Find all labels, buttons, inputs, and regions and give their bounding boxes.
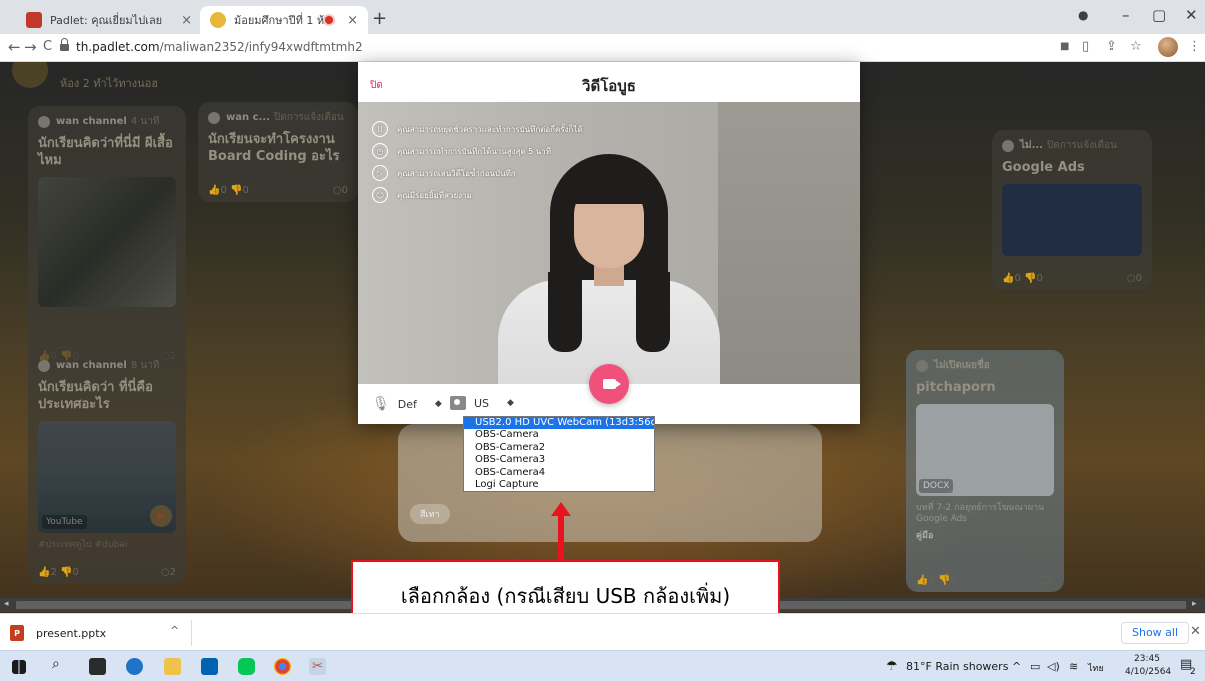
forward-button[interactable]: → — [24, 38, 37, 56]
camera-option[interactable]: USB2.0 HD UVC WebCam (13d3:56dc) — [464, 417, 654, 430]
search-icon[interactable]: ⌕ — [52, 656, 60, 672]
tips-list: II คุณสามารถหยุดชั่วคราวและทำการบันทึกต่อ… — [372, 118, 583, 206]
tab-active-classroom[interactable]: ม้อยมศึกษาปีที่ 1 ห้อง 2 × — [200, 6, 368, 34]
smile-icon: ☺ — [372, 187, 388, 203]
lock-icon[interactable] — [60, 38, 69, 52]
camera-value: US — [474, 396, 490, 410]
file-explorer-icon[interactable] — [164, 658, 181, 675]
reload-button[interactable]: C — [43, 39, 52, 54]
tab-close-icon[interactable]: × — [181, 13, 192, 28]
microphone-icon: 🎙 — [372, 396, 390, 412]
emoji-favicon-icon — [210, 12, 226, 28]
chrome-icon[interactable] — [274, 658, 291, 675]
downloads-bar: P present.pptx ^ Show all ✕ — [0, 613, 1205, 650]
store-bag-icon[interactable] — [89, 658, 106, 675]
windows-taskbar: ⌕ ✂ ☂ 81°F Rain showers ^ ▭ ◁) ≋ ไทย 23:… — [0, 650, 1205, 681]
play-icon: ▷ — [372, 165, 388, 181]
profile-avatar[interactable] — [1158, 37, 1178, 57]
tab-padlet[interactable]: Padlet: คุณเยี่ยมไปเลย × — [16, 6, 202, 34]
maximize-button[interactable]: ▢ — [1152, 6, 1166, 24]
tip-item: ▷ คุณสามารถเล่นวิดีโอซ้ำก่อนบันทึก — [372, 162, 583, 184]
webcam-preview: II คุณสามารถหยุดชั่วคราวและทำการบันทึกต่อ… — [358, 102, 860, 384]
powerpoint-file-icon: P — [10, 625, 24, 641]
browser-toolbar: ← → C th.padlet.com/maliwan2352/infy94xw… — [0, 34, 1205, 62]
tab-close-icon[interactable]: × — [347, 13, 358, 28]
camera-option[interactable]: OBS-Camera2 — [464, 442, 654, 454]
bookmark-star-icon[interactable]: ☆ — [1130, 39, 1142, 54]
url-domain: th.padlet.com — [76, 40, 160, 54]
camera-option[interactable]: OBS-Camera4 — [464, 467, 654, 479]
camera-icon — [450, 396, 466, 410]
recording-indicator-icon — [325, 16, 334, 24]
tip-text: คุณมีรอยยิ้มที่สวยงาม — [397, 190, 472, 200]
close-window-button[interactable]: ✕ — [1185, 6, 1198, 24]
scroll-right-icon[interactable]: ▸ — [1192, 599, 1197, 609]
mail-icon[interactable] — [201, 658, 218, 675]
speaker-icon[interactable]: ◁) — [1047, 660, 1060, 673]
clipboard-icon[interactable]: ▯ — [1082, 39, 1089, 54]
clock-time[interactable]: 23:45 — [1134, 654, 1160, 664]
line-app-icon[interactable] — [238, 658, 255, 675]
scroll-left-icon[interactable]: ◂ — [4, 599, 9, 609]
tab-title: Padlet: คุณเยี่ยมไปเลย — [50, 14, 163, 27]
start-windows-icon[interactable] — [12, 660, 26, 674]
tip-item: ◷ คุณสามารถทำการบันทึกได้นานสูงสุด 5 นาที — [372, 140, 583, 162]
chevron-up-icon[interactable]: ^ — [1012, 660, 1021, 673]
wifi-icon[interactable]: ≋ — [1069, 660, 1078, 673]
padlet-favicon-icon — [26, 12, 42, 28]
screen: { "browser": { "tabs": [ {"title": "Padl… — [0, 0, 1205, 681]
show-all-button[interactable]: Show all — [1121, 622, 1190, 644]
tab-strip: Padlet: คุณเยี่ยมไปเลย × ม้อยมศึกษาปีที่… — [0, 0, 1205, 34]
camera-in-use-icon[interactable]: ■ — [1060, 41, 1069, 52]
weather-icon[interactable]: ☂ — [886, 659, 898, 674]
url-path: /maliwan2352/infy94xwdftmtmh2 — [159, 40, 363, 54]
snipping-tool-icon[interactable]: ✂ — [309, 658, 326, 675]
minimize-button[interactable]: – — [1122, 6, 1130, 24]
tip-item: II คุณสามารถหยุดชั่วคราวและทำการบันทึกต่อ… — [372, 118, 583, 140]
modal-header: ปิด วิดีโอบูธ — [358, 62, 860, 102]
camera-option[interactable]: OBS-Camera3 — [464, 454, 654, 466]
edge-browser-icon[interactable] — [126, 658, 143, 675]
camera-select[interactable]: US ◆ — [450, 396, 514, 410]
share-icon[interactable]: ⇪ — [1106, 39, 1117, 54]
camera-option[interactable]: OBS-Camera — [464, 429, 654, 441]
dropdown-caret-icon: ◆ — [434, 399, 442, 409]
camera-options-list[interactable]: USB2.0 HD UVC WebCam (13d3:56dc) OBS-Cam… — [463, 416, 655, 492]
microphone-value: Def — [397, 397, 417, 411]
chevron-up-icon[interactable]: ^ — [170, 624, 179, 637]
video-camera-icon — [602, 379, 621, 389]
download-item[interactable]: P present.pptx ^ — [10, 620, 192, 646]
record-button[interactable] — [589, 364, 629, 404]
clock-icon: ◷ — [372, 143, 388, 159]
camera-option[interactable]: Logi Capture — [464, 479, 654, 491]
tip-text: คุณสามารถหยุดชั่วคราวและทำการบันทึกต่อกี… — [397, 124, 583, 134]
tip-text: คุณสามารถทำการบันทึกได้นานสูงสุด 5 นาที — [397, 146, 552, 156]
download-filename: present.pptx — [36, 626, 107, 640]
battery-icon[interactable]: ▭ — [1030, 660, 1040, 673]
tip-text: คุณสามารถเล่นวิดีโอซ้ำก่อนบันทึก — [397, 168, 516, 178]
pause-icon: II — [372, 121, 388, 137]
profile-dot-icon[interactable]: ● — [1078, 8, 1088, 22]
notification-count: 2 — [1190, 667, 1196, 677]
color-chip[interactable]: สีเทา — [410, 504, 450, 524]
tab-title: ม้อยมศึกษาปีที่ 1 ห้อง 2 — [234, 14, 325, 27]
dropdown-caret-icon: ◆ — [507, 398, 514, 408]
video-booth-modal: ปิด วิดีโอบูธ II คุณสามารถหยุดชั่วคราวและ… — [358, 62, 860, 424]
modal-title: วิดีโอบูธ — [582, 77, 636, 95]
weather-text[interactable]: 81°F Rain showers — [906, 660, 1008, 673]
tip-item: ☺ คุณมีรอยยิ้มที่สวยงาม — [372, 184, 583, 206]
annotation-arrow-shaft — [558, 514, 564, 562]
close-downloads-icon[interactable]: ✕ — [1190, 624, 1201, 639]
new-tab-button[interactable]: + — [372, 8, 387, 29]
back-button[interactable]: ← — [8, 38, 21, 56]
clock-date[interactable]: 4/10/2564 — [1125, 667, 1171, 677]
input-language[interactable]: ไทย — [1088, 661, 1104, 675]
menu-kebab-icon[interactable]: ⋮ — [1188, 39, 1201, 54]
microphone-select[interactable]: 🎙 Def ◆ — [372, 396, 442, 412]
address-bar[interactable]: th.padlet.com/maliwan2352/infy94xwdftmtm… — [76, 40, 363, 54]
